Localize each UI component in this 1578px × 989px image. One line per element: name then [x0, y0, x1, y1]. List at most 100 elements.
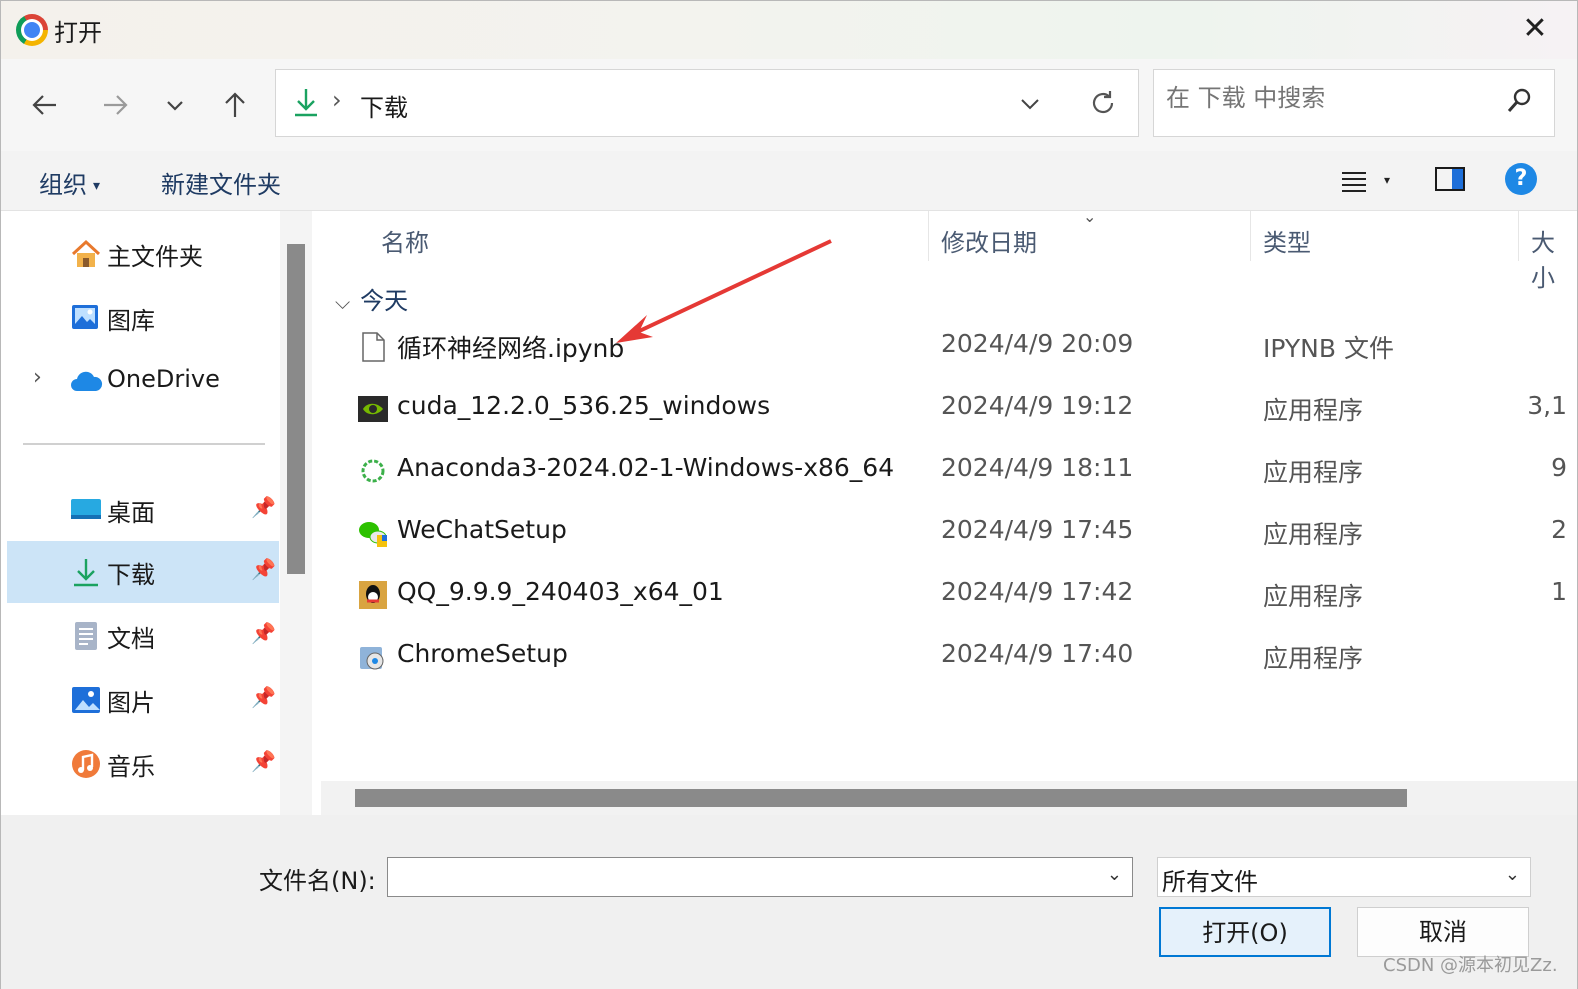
sidebar-item-label: 主文件夹	[107, 243, 203, 271]
forward-button[interactable]	[93, 85, 137, 125]
sidebar-item-label: 图库	[107, 307, 155, 335]
arrow-up-icon	[225, 92, 245, 117]
file-type: 应用程序	[1263, 520, 1364, 549]
sidebar-item[interactable]: 下载 📌	[7, 541, 279, 603]
sidebar-item-label: 音乐	[107, 753, 155, 781]
file-type: 应用程序	[1263, 644, 1364, 673]
qq-icon	[357, 579, 389, 611]
column-header-type[interactable]: 类型	[1263, 223, 1311, 258]
chevron-down-icon: ⌵	[335, 290, 351, 314]
recent-locations-button[interactable]	[153, 85, 197, 125]
dialog-title: 打开	[54, 19, 102, 47]
sidebar-item[interactable]: 图库	[7, 287, 279, 349]
sidebar-item-label: 下载	[107, 561, 155, 589]
column-divider[interactable]	[928, 211, 929, 261]
help-icon[interactable]: ?	[1505, 163, 1537, 195]
pin-icon: 📌	[251, 685, 276, 709]
open-file-dialog: 打开 ✕ › 下载 在 下载 中搜索 组织 ▾ 新建文件夹 ▾ ? 主文件夹 图…	[0, 0, 1578, 989]
horizontal-scrollbar[interactable]	[321, 781, 1577, 815]
wechat-icon	[357, 517, 389, 549]
address-dropdown-icon[interactable]	[1018, 92, 1042, 116]
organize-button[interactable]: 组织 ▾	[39, 165, 100, 200]
file-date: 2024/4/9 18:11	[941, 453, 1134, 482]
breadcrumb-downloads[interactable]: 下载	[360, 88, 408, 123]
column-divider[interactable]	[1250, 211, 1251, 261]
chrome-icon	[16, 14, 48, 46]
new-folder-button[interactable]: 新建文件夹	[161, 165, 281, 200]
sidebar-item-label: 文档	[107, 625, 155, 653]
file-type: IPYNB 文件	[1263, 334, 1394, 363]
group-header-today[interactable]: ⌵ 今天	[335, 281, 408, 316]
home-icon	[69, 237, 103, 271]
file-row[interactable]: ChromeSetup 2024/4/9 17:40 应用程序	[321, 629, 1577, 689]
chevron-down-icon	[167, 101, 183, 111]
cancel-button[interactable]: 取消	[1357, 907, 1529, 957]
refresh-icon[interactable]	[1088, 88, 1118, 118]
gallery-icon	[69, 301, 103, 335]
sidebar-item[interactable]: 图片 📌	[7, 669, 279, 731]
chevron-right-icon[interactable]: ›	[33, 365, 42, 390]
file-type-select[interactable]: 所有文件 ⌄	[1157, 857, 1531, 897]
view-list-icon[interactable]	[1339, 167, 1369, 197]
view-options-caret-icon[interactable]: ▾	[1384, 173, 1390, 187]
close-button[interactable]: ✕	[1513, 9, 1557, 51]
open-button[interactable]: 打开(O)	[1159, 907, 1331, 957]
pin-icon: 📌	[251, 749, 276, 773]
file-size: 1	[1551, 577, 1567, 606]
title-bar: 打开 ✕	[1, 1, 1577, 59]
search-input[interactable]	[1166, 84, 1486, 112]
search-box[interactable]	[1153, 69, 1555, 137]
file-date: 2024/4/9 19:12	[941, 391, 1134, 420]
file-name: WeChatSetup	[397, 515, 567, 544]
sidebar-scrollbar-thumb[interactable]	[287, 244, 305, 574]
sidebar-item[interactable]: 桌面 📌	[7, 479, 279, 541]
file-date: 2024/4/9 17:45	[941, 515, 1134, 544]
filename-field[interactable]: ⌄	[387, 857, 1133, 897]
sidebar-item-label: 图片	[107, 689, 155, 717]
music-icon	[69, 747, 103, 781]
chevron-down-icon[interactable]: ⌄	[1107, 864, 1122, 885]
file-row[interactable]: Anaconda3-2024.02-1-Windows-x86_64 2024/4…	[321, 443, 1577, 503]
cloud-icon	[69, 365, 103, 399]
preview-pane-icon[interactable]	[1435, 167, 1465, 191]
sidebar-item[interactable]: 文档 📌	[7, 605, 279, 667]
arrow-right-icon	[104, 95, 128, 115]
sidebar-item[interactable]: 主文件夹	[7, 223, 279, 285]
file-row[interactable]: cuda_12.2.0_536.25_windows 2024/4/9 19:12…	[321, 381, 1577, 441]
address-bar[interactable]: › 下载	[275, 69, 1139, 137]
sidebar-item-label: 桌面	[107, 499, 155, 527]
file-size: 9	[1551, 453, 1567, 482]
pictures-icon	[69, 683, 103, 717]
file-row[interactable]: 循环神经网络.ipynb 2024/4/9 20:09 IPYNB 文件	[321, 319, 1577, 379]
file-name: Anaconda3-2024.02-1-Windows-x86_64	[397, 453, 895, 482]
caret-down-icon: ▾	[93, 178, 101, 194]
sidebar-item[interactable]: › OneDrive	[7, 351, 279, 413]
anaconda-icon	[357, 455, 389, 487]
file-date: 2024/4/9 17:40	[941, 639, 1134, 668]
column-header-name[interactable]: 名称	[381, 223, 429, 258]
sidebar-item[interactable]: 音乐 📌	[7, 733, 279, 795]
command-bar: 组织 ▾ 新建文件夹 ▾ ?	[1, 151, 1577, 211]
back-button[interactable]	[23, 85, 67, 125]
file-date: 2024/4/9 17:42	[941, 577, 1134, 606]
file-date: 2024/4/9 20:09	[941, 329, 1134, 358]
arrow-left-icon	[32, 95, 56, 115]
file-name: QQ_9.9.9_240403_x64_01	[397, 577, 724, 606]
column-header-date[interactable]: 修改日期	[941, 223, 1037, 258]
file-row[interactable]: WeChatSetup 2024/4/9 17:45 应用程序 2	[321, 505, 1577, 565]
group-label: 今天	[360, 287, 409, 315]
up-button[interactable]	[213, 85, 257, 125]
file-type-value: 所有文件	[1162, 868, 1258, 896]
file-name: ChromeSetup	[397, 639, 568, 668]
watermark: CSDN @源本初见Zz.	[1383, 955, 1558, 976]
search-icon[interactable]	[1506, 86, 1532, 116]
organize-label: 组织	[39, 171, 87, 199]
sidebar-item-label: OneDrive	[107, 365, 220, 393]
file-row[interactable]: QQ_9.9.9_240403_x64_01 2024/4/9 17:42 应用程序…	[321, 567, 1577, 627]
column-divider[interactable]	[1518, 211, 1519, 261]
column-header-size[interactable]: 大小	[1531, 223, 1577, 293]
file-size: 3,1	[1527, 391, 1567, 420]
horizontal-scrollbar-thumb[interactable]	[355, 789, 1407, 807]
file-name: 循环神经网络.ipynb	[397, 334, 625, 363]
chevron-down-icon: ⌄	[1504, 864, 1520, 885]
